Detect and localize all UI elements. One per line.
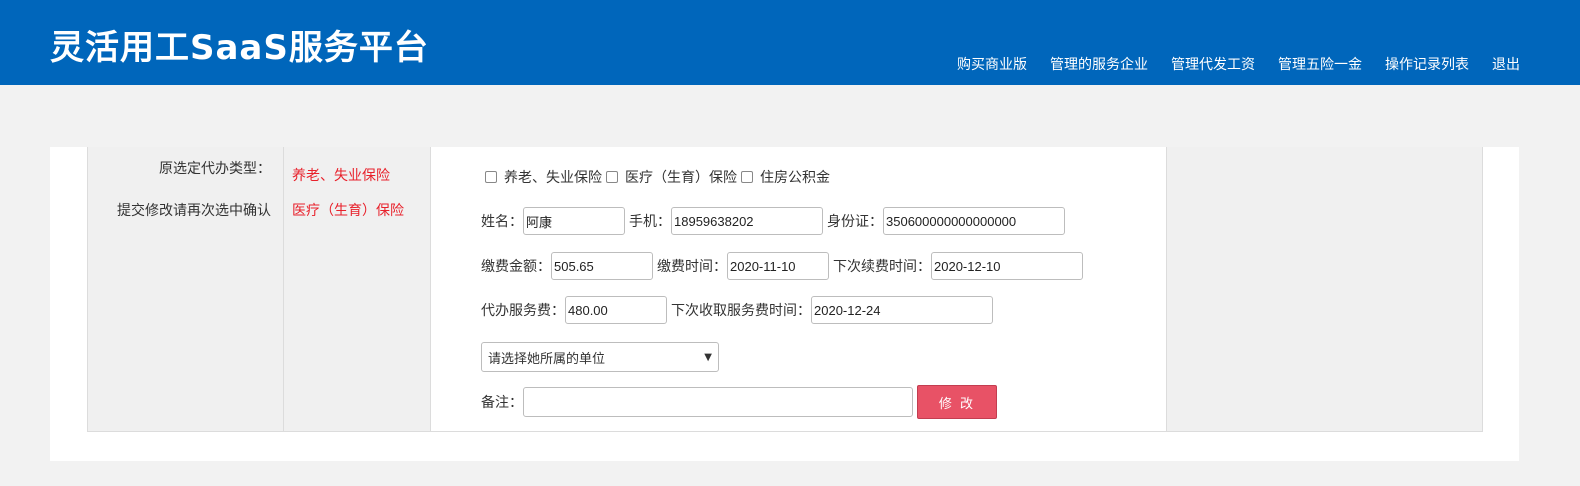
unit-select[interactable]: 请选择她所属的单位 ▼ [481,342,719,372]
remark-label: 备注： [481,395,523,411]
pay-amount-input[interactable] [551,252,653,280]
checkbox-label: 住房公积金 [760,170,830,186]
next-fee-time-label: 下次收取服务费时间： [671,303,811,319]
checkbox-label: 医疗（生育）保险 [625,170,737,186]
confirm-hint-label: 提交修改请再次选中确认 [117,203,271,219]
pay-amount-label: 缴费金额： [481,259,551,275]
unit-select-value: 请选择她所属的单位 [488,351,606,367]
phone-label: 手机： [629,214,671,230]
top-nav: 购买商业版 管理的服务企业 管理代发工资 管理五险一金 操作记录列表 退出 [957,54,1520,74]
next-renew-label: 下次续费时间： [833,259,931,275]
nav-logout[interactable]: 退出 [1492,54,1520,74]
edit-form: 养老、失业保险 医疗（生育）保险 住房公积金 姓名： 手机： 身份证： 缴费金额… [431,147,1167,431]
service-fee-row: 代办服务费： 下次收取服务费时间： [481,296,993,324]
original-types-column: 养老、失业保险 医疗（生育）保险 [284,147,431,431]
label-column: 原选定代办类型： 提交修改请再次选中确认 [88,147,284,431]
original-type-label: 原选定代办类型： [159,161,271,177]
service-fee-input[interactable] [565,296,667,324]
next-fee-time-input[interactable] [811,296,993,324]
pay-time-label: 缴费时间： [657,259,727,275]
remark-row: 备注： 修 改 [481,385,997,419]
app-title: 灵活用工SaaS服务平台 [50,28,429,68]
empty-right-column [1167,147,1482,431]
id-card-label: 身份证： [827,214,883,230]
nav-payroll[interactable]: 管理代发工资 [1171,54,1255,74]
content-panel: 原选定代办类型： 提交修改请再次选中确认 养老、失业保险 医疗（生育）保险 养老… [50,147,1519,461]
original-type-item: 养老、失业保险 [292,168,390,184]
checkbox-label: 养老、失业保险 [504,170,602,186]
next-renew-input[interactable] [931,252,1083,280]
nav-service-companies[interactable]: 管理的服务企业 [1050,54,1148,74]
checkbox-pension[interactable] [485,171,497,183]
payment-row: 缴费金额： 缴费时间： 下次续费时间： [481,252,1083,280]
phone-input[interactable] [671,207,823,235]
remark-input[interactable] [523,387,913,417]
chevron-down-icon: ▼ [704,351,712,363]
form-table: 原选定代办类型： 提交修改请再次选中确认 养老、失业保险 医疗（生育）保险 养老… [87,147,1483,432]
pay-time-input[interactable] [727,252,829,280]
checkbox-housing-fund[interactable] [741,171,753,183]
personal-info-row: 姓名： 手机： 身份证： [481,207,1065,235]
service-fee-label: 代办服务费： [481,303,565,319]
name-label: 姓名： [481,214,523,230]
name-input[interactable] [523,207,625,235]
nav-social-insurance[interactable]: 管理五险一金 [1278,54,1362,74]
submit-modify-button[interactable]: 修 改 [917,385,997,419]
nav-buy-pro[interactable]: 购买商业版 [957,54,1027,74]
insurance-type-checkboxes: 养老、失业保险 医疗（生育）保险 住房公积金 [481,167,830,187]
header-bar: 灵活用工SaaS服务平台 购买商业版 管理的服务企业 管理代发工资 管理五险一金… [0,0,1580,85]
unit-select-row: 请选择她所属的单位 ▼ [481,342,719,372]
checkbox-medical[interactable] [606,171,618,183]
nav-operation-log[interactable]: 操作记录列表 [1385,54,1469,74]
id-card-input[interactable] [883,207,1065,235]
original-type-item: 医疗（生育）保险 [292,203,404,219]
